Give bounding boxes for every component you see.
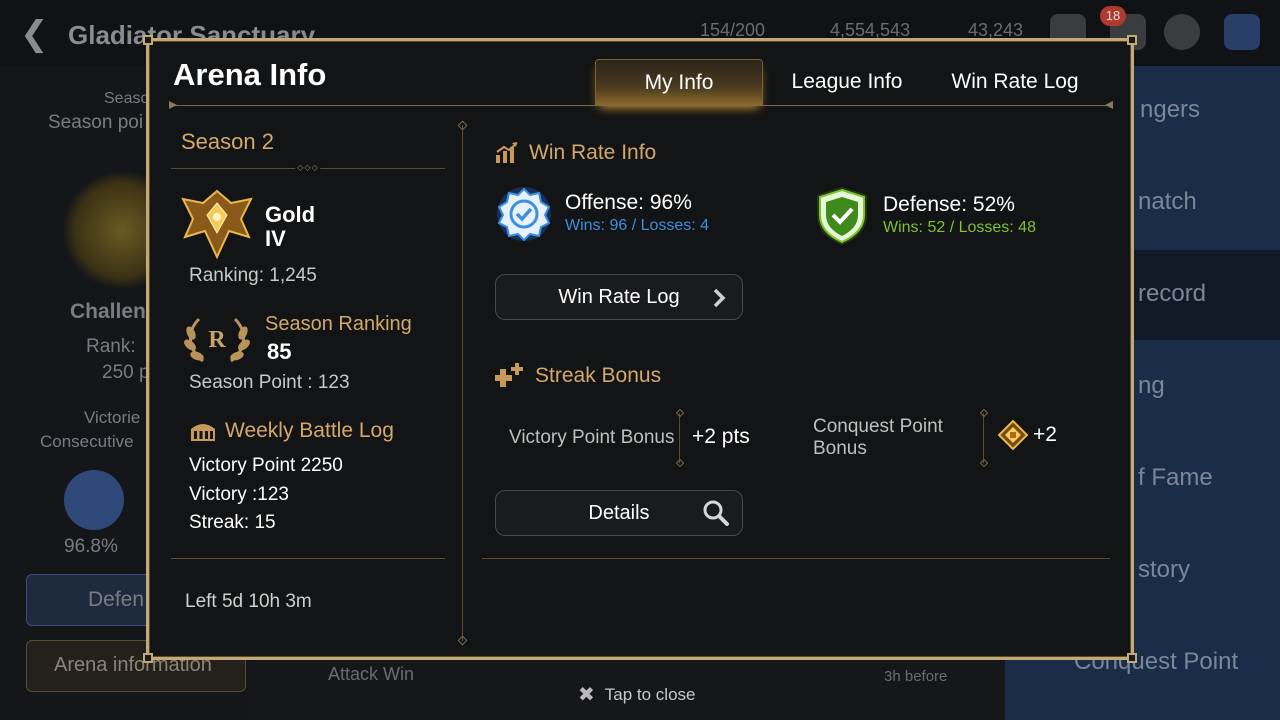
conquest-point-bonus-label-line2: Bonus	[813, 438, 867, 459]
plus-bonus-icon	[495, 363, 523, 387]
frame-corner	[1127, 35, 1137, 45]
bg-defense-label: Defen	[88, 588, 145, 611]
conquest-point-icon	[997, 419, 1029, 451]
weekly-battle-log-label: Weekly Battle Log	[225, 419, 394, 442]
notification-badge: 18	[1100, 6, 1126, 26]
bg-attack-win-label: Attack Win	[328, 664, 415, 684]
bg-victories-label: Victorie	[84, 408, 141, 427]
menu-grid-icon[interactable]	[1224, 14, 1260, 50]
tier-division: IV	[265, 226, 286, 251]
victory-point-bonus-value: +2 pts	[692, 425, 750, 448]
bonus-separator	[983, 413, 984, 463]
chat-icon[interactable]	[1164, 14, 1200, 50]
offense-title: Offense: 96%	[565, 191, 692, 214]
bg-menu-record[interactable]: record	[1138, 280, 1206, 308]
win-rate-log-button[interactable]: Win Rate Log	[495, 274, 743, 320]
bg-time-label: 3h before	[884, 668, 948, 685]
tab-bar: My Info League Info Win Rate Log	[595, 59, 1099, 105]
laurel-letter: R	[208, 327, 226, 353]
stats-chart-icon	[496, 142, 518, 163]
season-ranking-label: Season Ranking	[265, 313, 412, 335]
colosseum-icon	[191, 424, 215, 441]
bg-consecutive-label: Consecutive	[40, 432, 134, 451]
bg-rank-label: Rank:	[86, 336, 136, 357]
bg-menu-history[interactable]: story	[1138, 556, 1190, 584]
tier-name: Gold IV	[265, 203, 315, 251]
modal-title: Arena Info	[173, 57, 327, 92]
ranking-text: Ranking: 1,245	[189, 265, 317, 286]
season-ranking-value: 85	[267, 339, 292, 364]
conquest-point-bonus-value: +2	[1033, 423, 1057, 446]
bonus-separator	[679, 413, 680, 463]
bg-menu-match[interactable]: natch	[1138, 188, 1197, 216]
win-rate-info-header: Win Rate Info	[495, 141, 656, 165]
details-button-label: Details	[588, 501, 650, 524]
weekly-victory-point: Victory Point 2250	[189, 455, 343, 476]
bg-verified-badge-icon	[64, 470, 124, 530]
season-point-text: Season Point : 123	[189, 372, 350, 393]
defense-shield-icon	[817, 187, 867, 245]
time-left-text: Left 5d 10h 3m	[185, 591, 312, 612]
offense-record: Wins: 96 / Losses: 4	[565, 217, 710, 234]
tap-to-close-label: Tap to close	[604, 684, 696, 704]
win-rate-info-label: Win Rate Info	[529, 141, 657, 164]
win-rate-log-button-label: Win Rate Log	[558, 285, 680, 308]
close-icon: ✖	[578, 684, 595, 706]
magnifier-icon	[703, 500, 729, 526]
weekly-battle-log-list: Victory Point 2250 Victory :123 Streak: …	[189, 452, 343, 538]
defense-stat: Defense: 52% Wins: 52 / Losses: 48	[813, 185, 1036, 247]
offense-stat: Offense: 96% Wins: 96 / Losses: 4	[495, 185, 709, 243]
details-button[interactable]: Details	[495, 490, 743, 536]
defense-title: Defense: 52%	[883, 193, 1015, 216]
tab-league-info[interactable]: League Info	[763, 59, 931, 105]
weekly-streak: Streak: 15	[189, 512, 276, 533]
bg-challenger-label: Challen	[70, 300, 146, 323]
streak-bonus-header: Streak Bonus	[495, 363, 661, 389]
back-arrow-icon[interactable]: ❮	[20, 14, 49, 54]
bg-menu-ranking[interactable]: ng	[1138, 372, 1165, 400]
conquest-point-bonus-label: Conquest Point Bonus	[813, 416, 943, 460]
laurel-wreath-icon: R	[184, 317, 250, 363]
victory-point-bonus-label: Victory Point Bonus	[509, 427, 675, 448]
weekly-battle-log-header: Weekly Battle Log	[189, 419, 394, 443]
bg-menu-hall-of-fame[interactable]: f Fame	[1138, 464, 1213, 492]
offense-verified-badge-icon	[497, 187, 551, 242]
frame-corner	[143, 35, 153, 45]
tab-my-info[interactable]: My Info	[595, 59, 763, 105]
column-divider	[462, 125, 463, 641]
streak-bonus-label: Streak Bonus	[535, 364, 662, 387]
left-bottom-divider	[171, 558, 445, 559]
frame-corner	[143, 653, 153, 663]
frame-corner	[1127, 653, 1137, 663]
gold-tier-emblem-icon	[181, 189, 253, 259]
bg-points-label: 250 p	[102, 362, 150, 383]
tab-divider	[169, 101, 1113, 109]
season-title: Season 2	[181, 129, 274, 154]
right-bottom-divider	[482, 558, 1110, 559]
tab-win-rate-log[interactable]: Win Rate Log	[931, 59, 1099, 105]
bg-winrate-value: 96.8%	[64, 536, 118, 557]
conquest-point-bonus-label-line1: Conquest Point	[813, 416, 943, 437]
defense-record: Wins: 52 / Losses: 48	[883, 219, 1036, 236]
chevron-right-icon	[713, 288, 726, 308]
tap-to-close[interactable]: ✖ Tap to close	[578, 682, 696, 707]
season-divider: ◇◇◇	[171, 164, 445, 172]
bg-menu-challengers[interactable]: ngers	[1140, 96, 1200, 124]
bg-season-point-label: Season poi	[48, 112, 144, 133]
tier-label: Gold	[265, 202, 316, 227]
arena-info-modal: Arena Info My Info League Info Win Rate …	[143, 35, 1137, 663]
weekly-victory-count: Victory :123	[189, 483, 289, 505]
